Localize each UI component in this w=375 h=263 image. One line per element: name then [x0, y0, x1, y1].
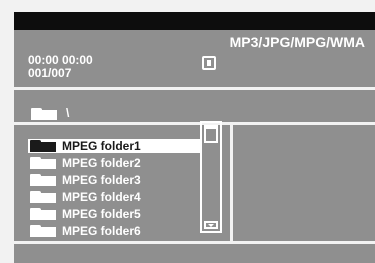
scrollbar-thumb[interactable]: [204, 127, 218, 143]
path-bar: \: [31, 105, 70, 121]
list-item[interactable]: MPEG folder4: [28, 190, 202, 204]
folder-icon: [30, 191, 56, 203]
format-label: MP3/JPG/MPG/WMA: [229, 34, 365, 50]
list-item[interactable]: MPEG folder3: [28, 173, 202, 187]
folder-icon: [31, 107, 57, 120]
stop-icon: [202, 56, 216, 70]
folder-icon: [30, 140, 56, 152]
divider: [14, 87, 375, 90]
list-item[interactable]: MPEG folder5: [28, 207, 202, 221]
folder-icon: [30, 174, 56, 186]
folder-name: MPEG folder6: [62, 224, 141, 238]
folder-icon: [30, 225, 56, 237]
folder-icon: [30, 208, 56, 220]
preview-pane: [233, 125, 375, 241]
folder-name: MPEG folder4: [62, 190, 141, 204]
folder-name: MPEG folder2: [62, 156, 141, 170]
current-path: \: [66, 106, 70, 121]
divider: [14, 241, 375, 244]
folder-name: MPEG folder1: [62, 139, 141, 153]
folder-name: MPEG folder5: [62, 207, 141, 221]
scrollbar[interactable]: [200, 121, 222, 233]
folder-icon: [30, 157, 56, 169]
list-item[interactable]: MPEG folder2: [28, 156, 202, 170]
list-item[interactable]: MPEG folder1: [28, 139, 202, 153]
osd-panel: MP3/JPG/MPG/WMA 00:00 00:00 001/007 \ MP…: [14, 12, 375, 263]
folder-name: MPEG folder3: [62, 173, 141, 187]
track-counter: 001/007: [28, 66, 72, 80]
title-bar: [14, 12, 375, 30]
list-item[interactable]: MPEG folder6: [28, 224, 202, 238]
folder-list: MPEG folder1 MPEG folder2 MPEG folder3 M…: [28, 139, 204, 239]
scroll-down-arrow-icon[interactable]: [204, 221, 218, 229]
